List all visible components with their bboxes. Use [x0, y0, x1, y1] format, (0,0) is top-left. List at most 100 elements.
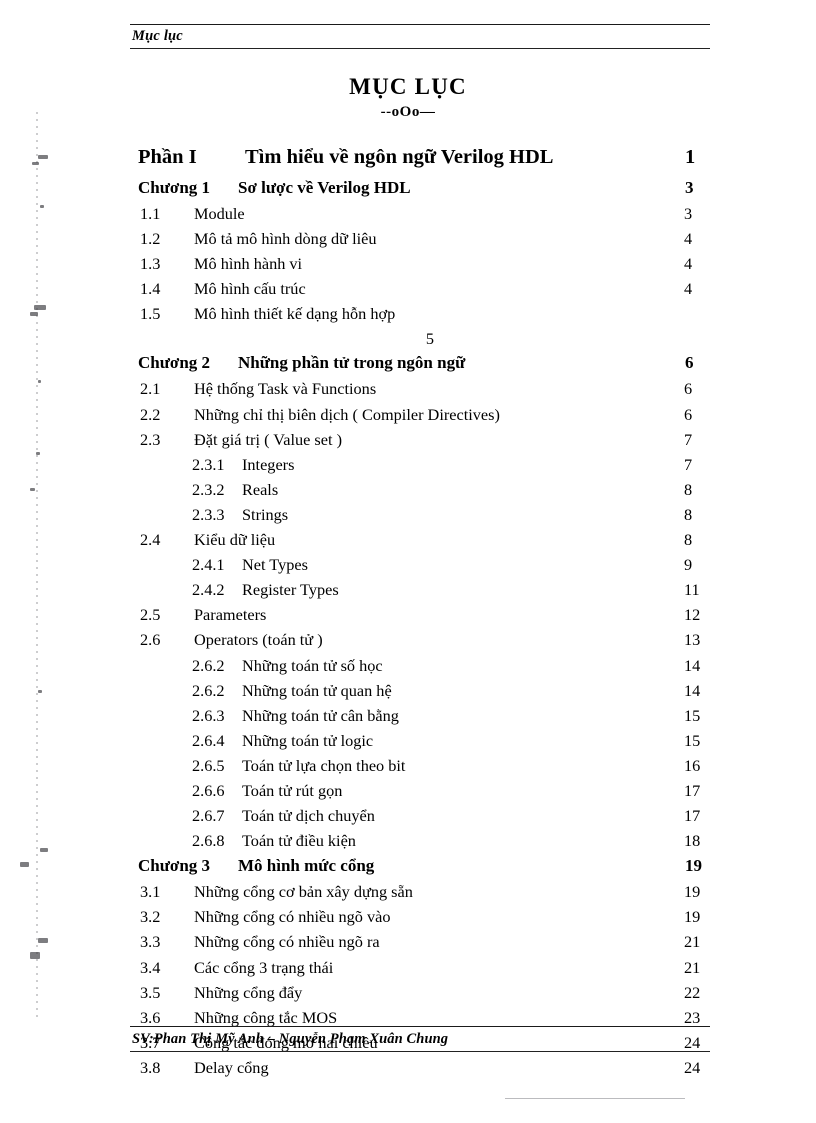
toc-page-number: 8 — [684, 504, 693, 524]
toc-row[interactable]: Chương 1 Sơ lược về Verilog HDL 3 — [130, 178, 730, 204]
toc-row[interactable]: 3.3 Những cổng có nhiều ngõ ra 21 — [130, 932, 730, 957]
toc-row[interactable]: 1.4 Mô hình cấu trúc 4 — [130, 279, 730, 304]
toc-row[interactable]: 2.6.2 Những toán tử số học 14 — [130, 656, 730, 681]
footer-rule-bottom — [130, 1051, 710, 1052]
toc-row[interactable]: 2.4.2 Register Types 11 — [130, 580, 730, 605]
toc-row[interactable]: 1.2 Mô tả mô hình dòng dữ liêu 4 — [130, 229, 730, 254]
toc-page-number: 19 — [684, 907, 701, 927]
toc-page-number: 21 — [684, 932, 701, 952]
toc-entry-number: 2.2 — [140, 404, 161, 424]
toc-row[interactable]: Chương 3 Mô hình mức cổng 19 — [130, 856, 730, 882]
toc-entry-number: Phần I — [138, 146, 197, 168]
toc-row[interactable]: 3.1 Những cổng cơ bản xây dựng sẵn 19 — [130, 882, 730, 907]
document-page: Mục lục MỤC LỤC --oOo— Phần I Tìm hiểu về… — [0, 0, 816, 1123]
toc-row[interactable]: 3.2 Những cổng có nhiều ngõ vào 19 — [130, 907, 730, 932]
scan-speck — [20, 862, 29, 867]
toc-entry-title: Những chỉ thị biên dịch ( Compiler Direc… — [194, 404, 500, 424]
toc-entry-title: Đặt giá trị ( Value set ) — [194, 429, 342, 449]
toc-row[interactable]: 2.5 Parameters 12 — [130, 605, 730, 630]
toc-entry-title: Strings — [242, 504, 289, 524]
scan-speck — [34, 305, 46, 310]
toc-row[interactable]: 2.3.3 Strings 8 — [130, 505, 730, 530]
toc-page-number: 17 — [684, 780, 701, 800]
toc-row[interactable]: 2.3 Đặt giá trị ( Value set ) 7 — [130, 430, 730, 455]
toc-entry-number: 3.6 — [140, 1007, 161, 1027]
toc-page-number: 15 — [684, 705, 701, 725]
toc-entry-title: Những toán tử logic — [242, 730, 374, 750]
toc-row[interactable]: 2.6.3 Những toán tử cân bằng 15 — [130, 706, 730, 731]
toc-entry-title: Operators (toán tử ) — [194, 630, 323, 650]
toc-entry-number: 3.5 — [140, 982, 161, 1002]
toc-row[interactable]: 2.3.2 Reals 8 — [130, 480, 730, 505]
toc-entry-number: Chương 2 — [138, 353, 211, 373]
toc-entry-number: 1.3 — [140, 254, 161, 274]
toc-row[interactable]: 2.4 Kiểu dữ liệu 8 — [130, 530, 730, 555]
toc-entry-number: 3.3 — [140, 932, 161, 952]
scan-speck — [30, 488, 35, 491]
toc-page-number: 17 — [684, 806, 701, 826]
toc-entry-title: Delay cổng — [194, 1057, 269, 1077]
toc-entry-number: 2.6.5 — [192, 755, 225, 775]
toc-page-number: 18 — [684, 831, 701, 851]
toc-entry-number: 2.5 — [140, 605, 161, 625]
toc-entry-number: 3.1 — [140, 882, 161, 902]
toc-row[interactable]: 1.1 Module 3 — [130, 204, 730, 229]
toc-entry-number: Chương 3 — [138, 856, 211, 876]
toc-row[interactable]: 2.6.6 Toán tử rút gọn 17 — [130, 781, 730, 806]
toc-entry-number: 1.1 — [140, 204, 161, 223]
toc-entry-title: Những phần tử trong ngôn ngữ — [238, 353, 466, 373]
toc-row[interactable]: Phần I Tìm hiểu về ngôn ngữ Verilog HDL 1 — [130, 146, 730, 178]
toc-row[interactable]: 2.3.1 Integers 7 — [130, 455, 730, 480]
toc-row[interactable]: 2.4.1 Net Types 9 — [130, 555, 730, 580]
toc-entry-number: 2.6.4 — [192, 730, 225, 750]
toc-row[interactable]: 1.3 Mô hình hành vi 4 — [130, 254, 730, 279]
toc-entry-number: 2.4.1 — [192, 555, 225, 575]
toc-entry-number: 1.4 — [140, 279, 161, 299]
toc-row[interactable]: 2.6.4 Những toán tử logic 15 — [130, 731, 730, 756]
toc-entry-title: Integers — [242, 454, 295, 474]
toc-page-number: 4 — [684, 229, 693, 249]
toc-page-number: 19 — [685, 856, 702, 876]
toc-entry-title: Toán tử điều kiện — [242, 831, 356, 851]
scan-binding-artifact — [36, 112, 38, 1017]
toc-entry-title: Register Types — [242, 580, 339, 600]
toc-row[interactable]: 2.6 Operators (toán tử ) 13 — [130, 630, 730, 655]
toc-page-number: 8 — [684, 479, 693, 499]
toc-row[interactable]: 2.6.8 Toán tử điều kiện 18 — [130, 831, 730, 856]
table-of-contents: Phần I Tìm hiểu về ngôn ngữ Verilog HDL 1 C… — [130, 146, 730, 1083]
scan-speck — [32, 162, 39, 165]
toc-page-number: 5 — [425, 329, 435, 349]
toc-entry-title: Những toán tử quan hệ — [242, 680, 392, 700]
toc-orphan-page-number[interactable]: 5 — [130, 329, 730, 353]
toc-entry-number: 2.3.2 — [192, 479, 225, 499]
toc-entry-number: 2.6.3 — [192, 705, 225, 725]
toc-row[interactable]: 3.8 Delay cổng 24 — [130, 1058, 730, 1083]
toc-row[interactable]: 1.5 Mô hình thiết kế dạng hỗn hợp — [130, 304, 730, 329]
toc-row[interactable]: 2.6.2 Những toán tử quan hệ 14 — [130, 681, 730, 706]
toc-page-number: 1 — [685, 146, 696, 168]
page-footer: SV:Phan Thị Mỹ Anh – Nguyễn Phạm Xuân Ch… — [130, 1026, 710, 1052]
toc-row[interactable]: 2.1 Hệ thống Task và Functions 6 — [130, 379, 730, 404]
toc-page-number: 3 — [684, 204, 693, 223]
toc-page-number: 9 — [684, 555, 693, 575]
toc-page-number: 6 — [684, 379, 693, 399]
toc-entry-title: Kiểu dữ liệu — [194, 530, 276, 550]
toc-row[interactable]: 3.5 Những cổng đẩy 22 — [130, 983, 730, 1008]
toc-row[interactable]: 2.6.7 Toán tử dịch chuyển 17 — [130, 806, 730, 831]
toc-row[interactable]: 2.6.5 Toán tử lựa chọn theo bit 16 — [130, 756, 730, 781]
footer-authors: SV:Phan Thị Mỹ Anh – Nguyễn Phạm Xuân Ch… — [132, 1031, 449, 1047]
toc-page-number: 16 — [684, 755, 701, 775]
toc-entry-number: 2.3.1 — [192, 454, 225, 474]
toc-entry-number: 2.1 — [140, 379, 161, 399]
page-title: MỤC LỤC — [349, 74, 467, 99]
toc-entry-number: 2.3 — [140, 429, 161, 449]
toc-entry-number: 2.6.6 — [192, 780, 225, 800]
scan-speck — [38, 155, 48, 159]
toc-row[interactable]: 2.2 Những chỉ thị biên dịch ( Compiler Di… — [130, 405, 730, 430]
scan-speck — [38, 380, 41, 383]
toc-row[interactable]: 3.4 Các cổng 3 trạng thái 21 — [130, 958, 730, 983]
toc-row[interactable]: Chương 2 Những phần tử trong ngôn ngữ 6 — [130, 353, 730, 379]
toc-page-number: 6 — [685, 353, 694, 373]
toc-page-number: 12 — [684, 605, 701, 625]
toc-entry-title: Những công tắc MOS — [194, 1007, 338, 1027]
